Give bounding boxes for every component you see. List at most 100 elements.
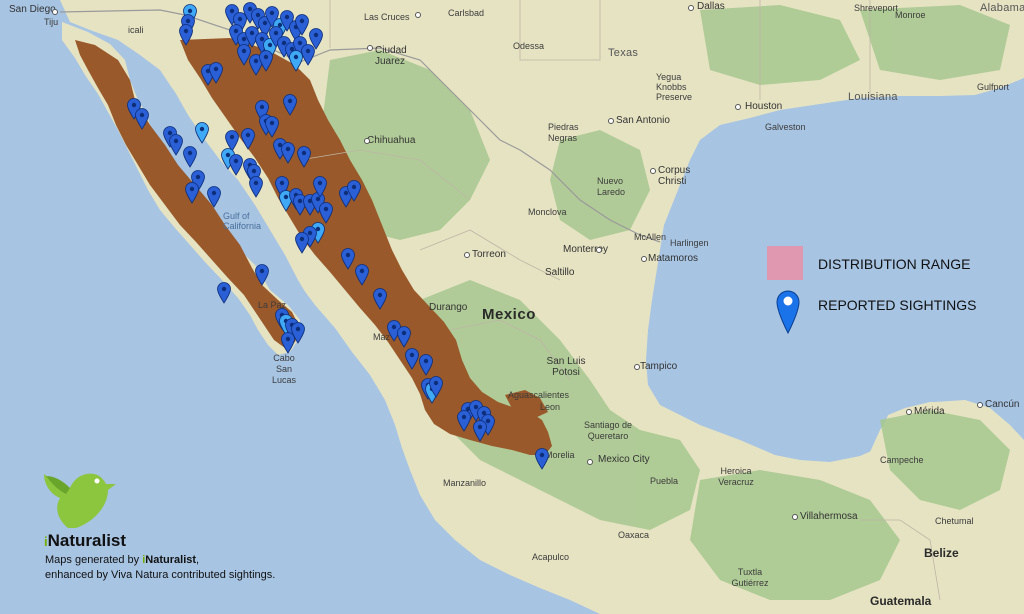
city-dot (608, 118, 614, 124)
label-campeche: Campeche (880, 455, 924, 465)
label-houston: Houston (745, 101, 783, 112)
sighting-pin[interactable] (346, 180, 362, 202)
label-tijuana: Tiju (44, 17, 59, 27)
sighting-pin[interactable] (354, 264, 370, 286)
label-louisiana: Louisiana (848, 91, 898, 103)
label-mexicali: icali (128, 25, 144, 35)
label-gulf-of-california: Gulf of California (223, 211, 262, 231)
label-ciudad-juarez: Ciudad Juarez (375, 45, 407, 67)
label-harlingen: Harlingen (670, 238, 709, 248)
label-torreon: Torreon (472, 249, 506, 260)
label-mcallen: McAllen (634, 232, 667, 242)
city-dot (596, 247, 602, 253)
label-odessa: Odessa (513, 41, 545, 51)
label-leon: Leon (540, 402, 561, 412)
label-durango: Durango (429, 302, 468, 313)
sighting-pin[interactable] (258, 50, 274, 72)
label-cabo-san-lucas: Cabo San Lucas (271, 353, 297, 385)
bird-logo-icon (44, 473, 116, 528)
sighting-pin[interactable] (456, 410, 472, 432)
sighting-pin[interactable] (312, 176, 328, 198)
sighting-pin[interactable] (184, 182, 200, 204)
sighting-pin[interactable] (418, 354, 434, 376)
sighting-pin[interactable] (134, 108, 150, 130)
sighting-pin[interactable] (534, 448, 550, 470)
label-villahermosa: Villahermosa (800, 511, 858, 522)
city-dot (906, 409, 912, 415)
city-dot (464, 252, 470, 258)
distribution-range-swatch (767, 246, 803, 280)
sighting-pin[interactable] (240, 128, 256, 150)
sighting-pin[interactable] (428, 376, 444, 398)
city-dot (792, 514, 798, 520)
label-las-cruces: Las Cruces (364, 12, 410, 22)
city-dot (364, 138, 370, 144)
sighting-pin[interactable] (208, 62, 224, 84)
label-saltillo: Saltillo (545, 267, 575, 278)
city-dot (634, 364, 640, 370)
label-dallas: Dallas (697, 1, 725, 12)
label-shreveport: Shreveport (854, 3, 899, 13)
label-nuevo-laredo: Nuevo Laredo (597, 176, 626, 197)
sighting-pin[interactable] (372, 288, 388, 310)
label-country-mexico: Mexico (482, 306, 536, 323)
label-monroe: Monroe (895, 10, 926, 20)
sighting-pin[interactable] (294, 232, 310, 254)
label-san-diego: San Diego (9, 4, 56, 15)
label-country-guatemala: Guatemala (870, 594, 932, 608)
sighting-pin[interactable] (178, 24, 194, 46)
city-dot (735, 104, 741, 110)
label-merida: Mérida (914, 406, 945, 417)
sighting-pin[interactable] (288, 50, 304, 72)
sighting-pin[interactable] (264, 116, 280, 138)
brand-name: iNaturalist (44, 531, 127, 550)
label-oaxaca: Oaxaca (618, 530, 650, 540)
label-corpus-christi: Corpus Christi (658, 165, 691, 187)
label-aguascalientes: Aguascalientes (508, 390, 570, 400)
sighting-pin[interactable] (206, 186, 222, 208)
label-yegua-knobbs: Yegua Knobbs Preserve (656, 72, 693, 102)
city-dot (587, 459, 593, 465)
label-chihuahua: Chihuahua (367, 135, 416, 146)
sighting-pin[interactable] (182, 146, 198, 168)
label-monclova: Monclova (528, 207, 567, 217)
label-country-belize: Belize (924, 546, 959, 560)
sighting-pin[interactable] (472, 420, 488, 442)
label-piedras-negras: Piedras Negras (548, 122, 579, 143)
sighting-pin[interactable] (216, 282, 232, 304)
label-gulfport: Gulfport (977, 82, 1010, 92)
city-dot (977, 402, 983, 408)
city-dot (415, 12, 421, 18)
sighting-pin[interactable] (254, 264, 270, 286)
sighting-pin[interactable] (282, 94, 298, 116)
inaturalist-branding: iNaturalist Maps generated by iNaturalis… (40, 470, 370, 590)
sighting-pin[interactable] (194, 122, 210, 144)
city-dot (688, 5, 694, 11)
sighting-pin[interactable] (396, 326, 412, 348)
label-manzanillo: Manzanillo (443, 478, 487, 488)
label-puebla: Puebla (650, 476, 679, 486)
label-tampico: Tampico (640, 361, 678, 372)
reported-sightings-label: REPORTED SIGHTINGS (818, 297, 977, 313)
label-cancun: Cancún (985, 399, 1020, 410)
credit-line-1: Maps generated by iNaturalist, (45, 554, 200, 566)
city-dot (650, 168, 656, 174)
label-mexico-city: Mexico City (598, 454, 650, 465)
credit-line-2: enhanced by Viva Natura contributed sigh… (45, 569, 276, 581)
map-pin-icon (776, 290, 800, 334)
sighting-pin[interactable] (280, 142, 296, 164)
label-tuxtla-gutierrez: Tuxtla Gutiérrez (731, 567, 769, 588)
city-dot (52, 9, 58, 15)
label-texas: Texas (608, 47, 639, 59)
city-dot (641, 256, 647, 262)
sighting-pin[interactable] (318, 202, 334, 224)
label-san-antonio: San Antonio (616, 115, 670, 126)
distribution-range-label: DISTRIBUTION RANGE (818, 256, 971, 272)
sighting-pin[interactable] (296, 146, 312, 168)
label-santiago-queretaro: Santiago de Queretaro (583, 420, 633, 441)
label-san-luis-potosi: San Luis Potosi (546, 356, 586, 378)
label-alabama: Alabama (980, 2, 1024, 14)
sighting-pin[interactable] (248, 176, 264, 198)
label-carlsbad: Carlsbad (448, 8, 485, 18)
sighting-pin[interactable] (280, 332, 296, 354)
